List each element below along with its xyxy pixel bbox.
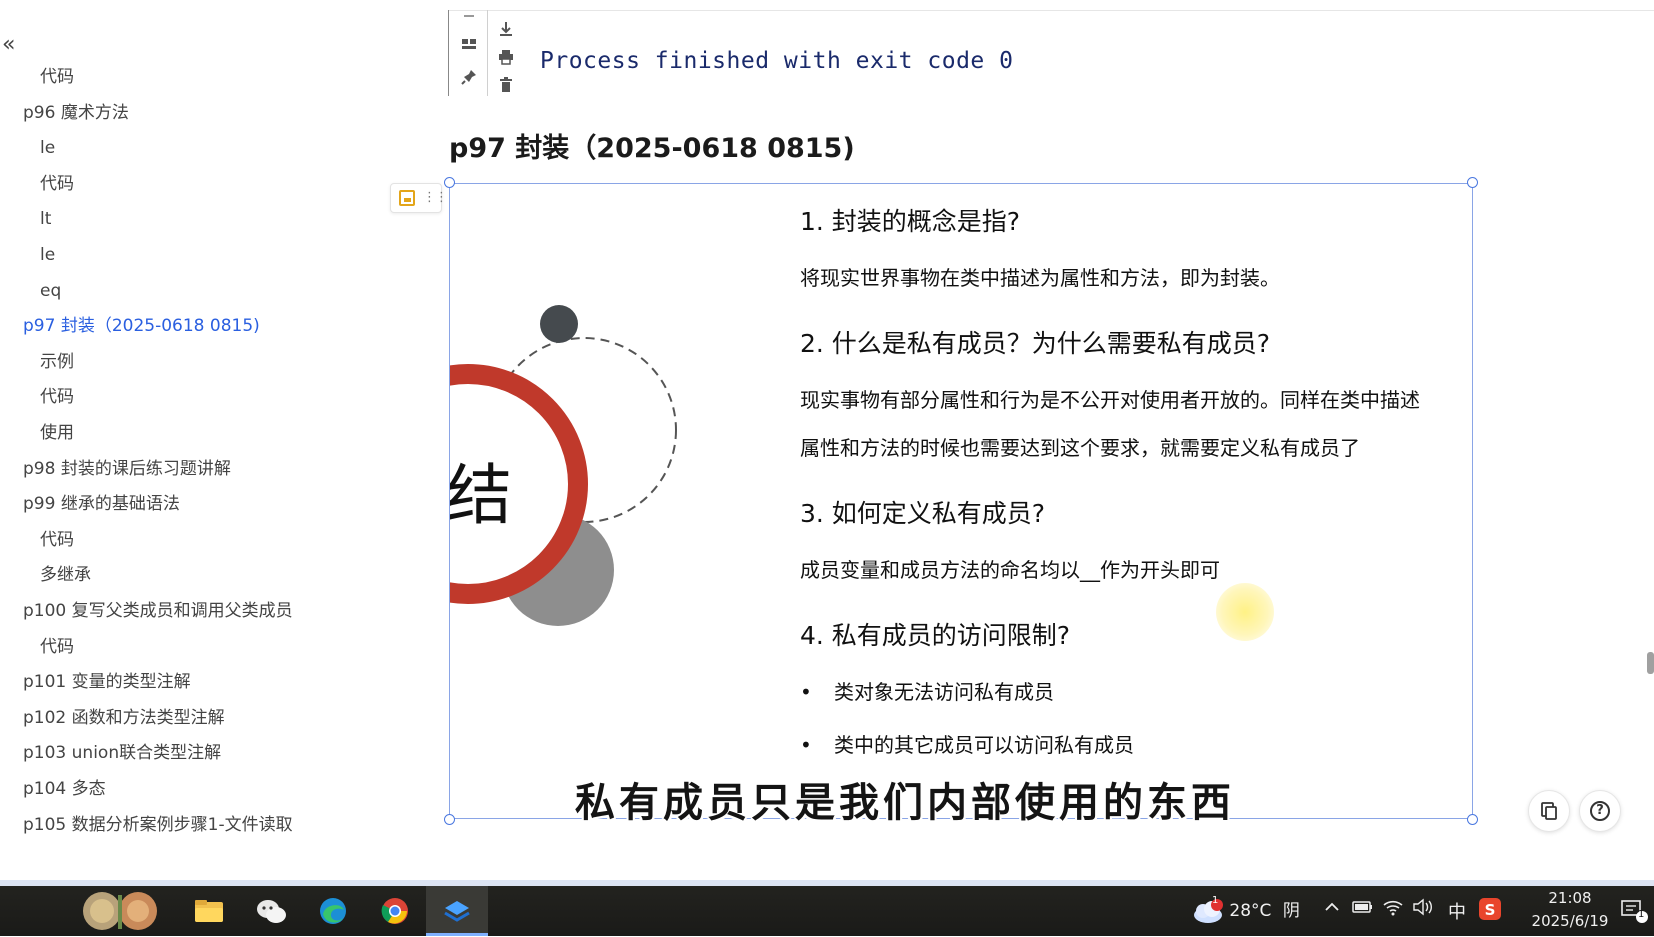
copy-icon bbox=[1541, 802, 1557, 820]
taskbar-file-explorer[interactable] bbox=[178, 886, 240, 936]
resize-handle-top-left[interactable] bbox=[444, 177, 455, 188]
outline-item-subsection[interactable]: lt bbox=[40, 208, 51, 230]
trash-icon[interactable] bbox=[496, 76, 516, 96]
notification-count: 1 bbox=[1638, 909, 1645, 920]
sogou-ime-icon[interactable]: S bbox=[1478, 897, 1502, 926]
outline-item-subsection[interactable]: le bbox=[40, 244, 55, 266]
edge-icon bbox=[320, 898, 346, 924]
help-button[interactable]: ? bbox=[1579, 790, 1621, 832]
taskbar-edge[interactable] bbox=[302, 886, 364, 936]
taskbar-wechat[interactable] bbox=[240, 886, 302, 936]
scroll-to-end-icon[interactable] bbox=[496, 20, 516, 40]
weather-temperature: 28°C bbox=[1229, 901, 1272, 921]
cloud-icon bbox=[1194, 899, 1223, 923]
weather-description: 阴 bbox=[1282, 901, 1300, 921]
taskbar-widget-image[interactable] bbox=[80, 889, 170, 933]
outline-item-subsection[interactable]: le bbox=[40, 137, 55, 159]
app-icon bbox=[444, 901, 470, 922]
question-3: 3. 如何定义私有成员? bbox=[800, 499, 1046, 528]
bullet-glyph: • bbox=[800, 733, 812, 757]
weather-badge: 1 bbox=[1212, 895, 1219, 906]
bullet-item-2: • 类中的其它成员可以访问私有成员 bbox=[800, 729, 1134, 758]
answer-2-line-1: 现实事物有部分属性和行为是不公开对使用者开放的。同样在类中描述 bbox=[800, 388, 1420, 412]
wechat-icon bbox=[257, 900, 286, 923]
dark-dot bbox=[540, 305, 578, 343]
outline-item-chapter[interactable]: p99 继承的基础语法 bbox=[23, 493, 180, 515]
weather-widget[interactable]: 1 28°C 阴 bbox=[1190, 895, 1300, 924]
volume-icon[interactable] bbox=[1412, 898, 1434, 921]
scrollbar-thumb[interactable] bbox=[1647, 652, 1654, 674]
collapse-sidebar-button[interactable]: « bbox=[2, 34, 26, 58]
notification-center-button[interactable]: 1 bbox=[1620, 898, 1648, 929]
image-icon[interactable] bbox=[399, 190, 415, 206]
outline-item-chapter[interactable]: p96 魔术方法 bbox=[23, 102, 129, 124]
outline-item-chapter[interactable]: p105 数据分析案例步骤1-文件读取 bbox=[23, 814, 293, 836]
bullet-item-1: • 类对象无法访问私有成员 bbox=[800, 676, 1054, 705]
outline-item-subsection[interactable]: 代码 bbox=[40, 66, 74, 88]
help-icon: ? bbox=[1590, 801, 1610, 821]
outline-item-subsection[interactable]: eq bbox=[40, 280, 61, 302]
taskbar-chrome[interactable] bbox=[364, 886, 426, 936]
outline-item-subsection[interactable]: 多继承 bbox=[40, 564, 91, 586]
outline-item-subsection[interactable]: 代码 bbox=[40, 529, 74, 551]
clock-time[interactable]: 21:08 bbox=[1530, 889, 1610, 907]
video-subtitle: 私有成员只是我们内部使用的东西 bbox=[575, 780, 1235, 826]
bullet-text: 类对象无法访问私有成员 bbox=[834, 680, 1054, 704]
outline-item-chapter[interactable]: p101 变量的类型注解 bbox=[23, 671, 191, 693]
mouse-pointer-highlight bbox=[1216, 583, 1274, 641]
console-output-block: Process finished with exit code 0 bbox=[448, 10, 1654, 96]
section-heading: p97 封装（2025-0618 0815) bbox=[449, 133, 855, 164]
pin-icon[interactable] bbox=[459, 68, 479, 88]
toolbar-divider bbox=[487, 10, 488, 96]
question-4: 4. 私有成员的访问限制? bbox=[800, 621, 1071, 650]
outline-item-chapter[interactable]: p98 封装的课后练习题讲解 bbox=[23, 458, 231, 480]
resize-handle-top-right[interactable] bbox=[1467, 177, 1478, 188]
outline-item-chapter[interactable]: p104 多态 bbox=[23, 778, 106, 800]
console-toolbar bbox=[448, 10, 522, 96]
slide-image[interactable]: 结 1. 封装的概念是指? 将现实世界事物在类中描述为属性和方法，即为封装。 2… bbox=[449, 183, 1473, 819]
answer-2-line-2: 属性和方法的时候也需要达到这个要求，就需要定义私有成员了 bbox=[800, 436, 1360, 460]
outline-item-chapter[interactable]: p100 复写父类成员和调用父类成员 bbox=[23, 600, 293, 622]
copy-button[interactable] bbox=[1528, 790, 1570, 832]
image-block-toolbar: ⋮⋮ bbox=[390, 183, 448, 213]
resize-handle-bottom-left[interactable] bbox=[444, 814, 455, 825]
outline-item-chapter[interactable]: p97 封装（2025-0618 0815) bbox=[23, 315, 260, 337]
minus-icon[interactable] bbox=[459, 6, 479, 26]
outline-item-subsection[interactable]: 代码 bbox=[40, 173, 74, 195]
battery-icon[interactable] bbox=[1352, 899, 1374, 920]
bullet-glyph: • bbox=[800, 680, 812, 704]
answer-3: 成员变量和成员方法的命名均以__作为开头即可 bbox=[800, 558, 1220, 582]
outline-item-chapter[interactable]: p102 函数和方法类型注解 bbox=[23, 707, 225, 729]
outline-item-subsection[interactable]: 示例 bbox=[40, 351, 74, 373]
layout-icon[interactable] bbox=[459, 36, 479, 56]
wifi-icon[interactable] bbox=[1382, 898, 1404, 921]
slide-title-fragment: 结 bbox=[449, 457, 512, 534]
outline-sidebar: « 代码 p96 魔术方法 le 代码 lt le eq p97 封装（2025-0618 0… bbox=[0, 0, 440, 880]
resize-handle-bottom-right[interactable] bbox=[1467, 814, 1478, 825]
taskbar-recorder-app[interactable] bbox=[426, 886, 488, 936]
outline-item-subsection[interactable]: 代码 bbox=[40, 386, 74, 408]
svg-text:S: S bbox=[1485, 901, 1496, 919]
outline-item-subsection[interactable]: 代码 bbox=[40, 636, 74, 658]
clock-date[interactable]: 2025/6/19 bbox=[1528, 912, 1612, 930]
outline-item-subsection[interactable]: 使用 bbox=[40, 422, 74, 444]
drag-handle-icon[interactable]: ⋮⋮ bbox=[423, 190, 448, 206]
console-output-text: Process finished with exit code 0 bbox=[540, 48, 1014, 74]
windows-taskbar: 1 28°C 阴 中 S 21:08 2025/6/19 1 bbox=[0, 886, 1654, 936]
question-1: 1. 封装的概念是指? bbox=[800, 207, 1021, 236]
tray-chevron-up-icon[interactable] bbox=[1323, 898, 1341, 921]
outline-item-chapter[interactable]: p103 union联合类型注解 bbox=[23, 742, 221, 764]
folder-icon bbox=[195, 900, 223, 922]
ime-indicator[interactable]: 中 bbox=[1448, 898, 1466, 924]
question-2: 2. 什么是私有成员？为什么需要私有成员? bbox=[800, 329, 1271, 358]
answer-1: 将现实世界事物在类中描述为属性和方法，即为封装。 bbox=[800, 266, 1280, 290]
bullet-text: 类中的其它成员可以访问私有成员 bbox=[834, 733, 1134, 757]
chrome-icon bbox=[381, 898, 408, 924]
print-icon[interactable] bbox=[496, 48, 516, 68]
